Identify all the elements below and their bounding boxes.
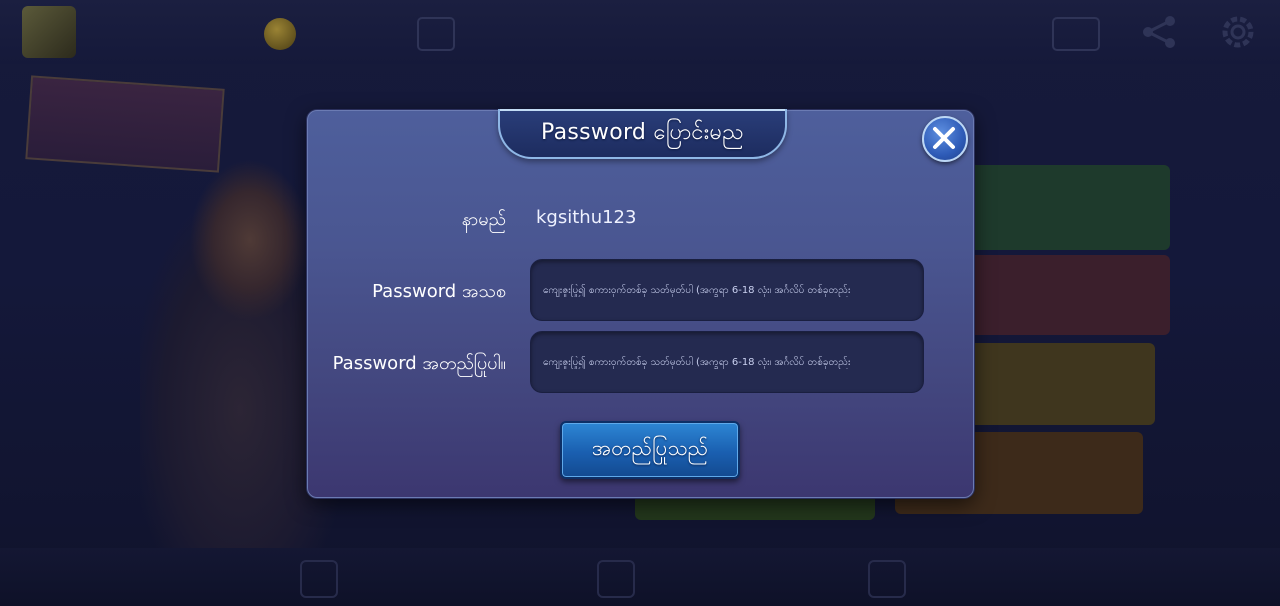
coin-icon (264, 18, 296, 50)
new-password-input[interactable] (541, 283, 913, 297)
username-value: kgsithu123 (536, 207, 637, 228)
gear-icon (1222, 16, 1254, 48)
share-icon (1143, 16, 1175, 48)
change-password-dialog: Password ပြောင်းမည နာမည် kgsithu123 Pass… (307, 109, 974, 498)
new-password-label: Password အသစ (372, 281, 506, 302)
dialog-title-tab: Password ပြောင်းမည (498, 109, 787, 159)
bottom-nav-icon (300, 560, 338, 598)
dialog-title: Password ပြောင်းမည (541, 119, 744, 145)
confirm-button[interactable]: အတည်ပြုသည် (560, 421, 740, 479)
confirm-password-input[interactable] (541, 355, 913, 369)
bottom-nav-icon (868, 560, 906, 598)
close-icon (933, 127, 955, 149)
wallet-icon (417, 17, 455, 51)
new-password-field[interactable] (530, 259, 924, 321)
bottom-nav (0, 548, 1280, 606)
app-screen: Password ပြောင်းမည နာမည် kgsithu123 Pass… (0, 0, 1280, 606)
mail-icon (1052, 17, 1100, 51)
avatar (22, 6, 76, 58)
close-button[interactable] (922, 116, 968, 162)
bottom-nav-icon (597, 560, 635, 598)
username-label: နာမည် (461, 209, 506, 230)
confirm-password-label: Password အတည်ပြုပါ။ (332, 353, 506, 374)
confirm-password-field[interactable] (530, 331, 924, 393)
